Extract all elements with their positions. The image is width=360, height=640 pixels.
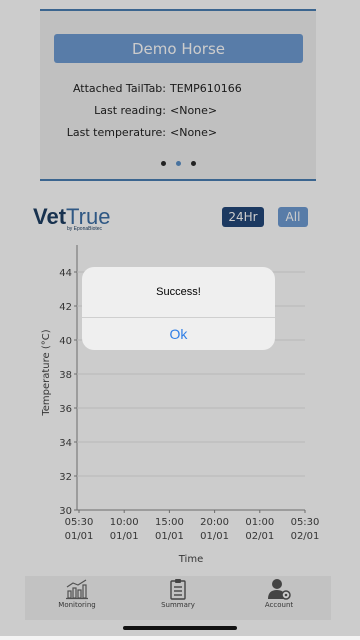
dialog-title: Success! — [156, 286, 201, 298]
bottom-edge — [0, 636, 360, 640]
ok-button[interactable]: Ok — [82, 318, 275, 350]
success-dialog: Success! Ok — [82, 267, 275, 350]
